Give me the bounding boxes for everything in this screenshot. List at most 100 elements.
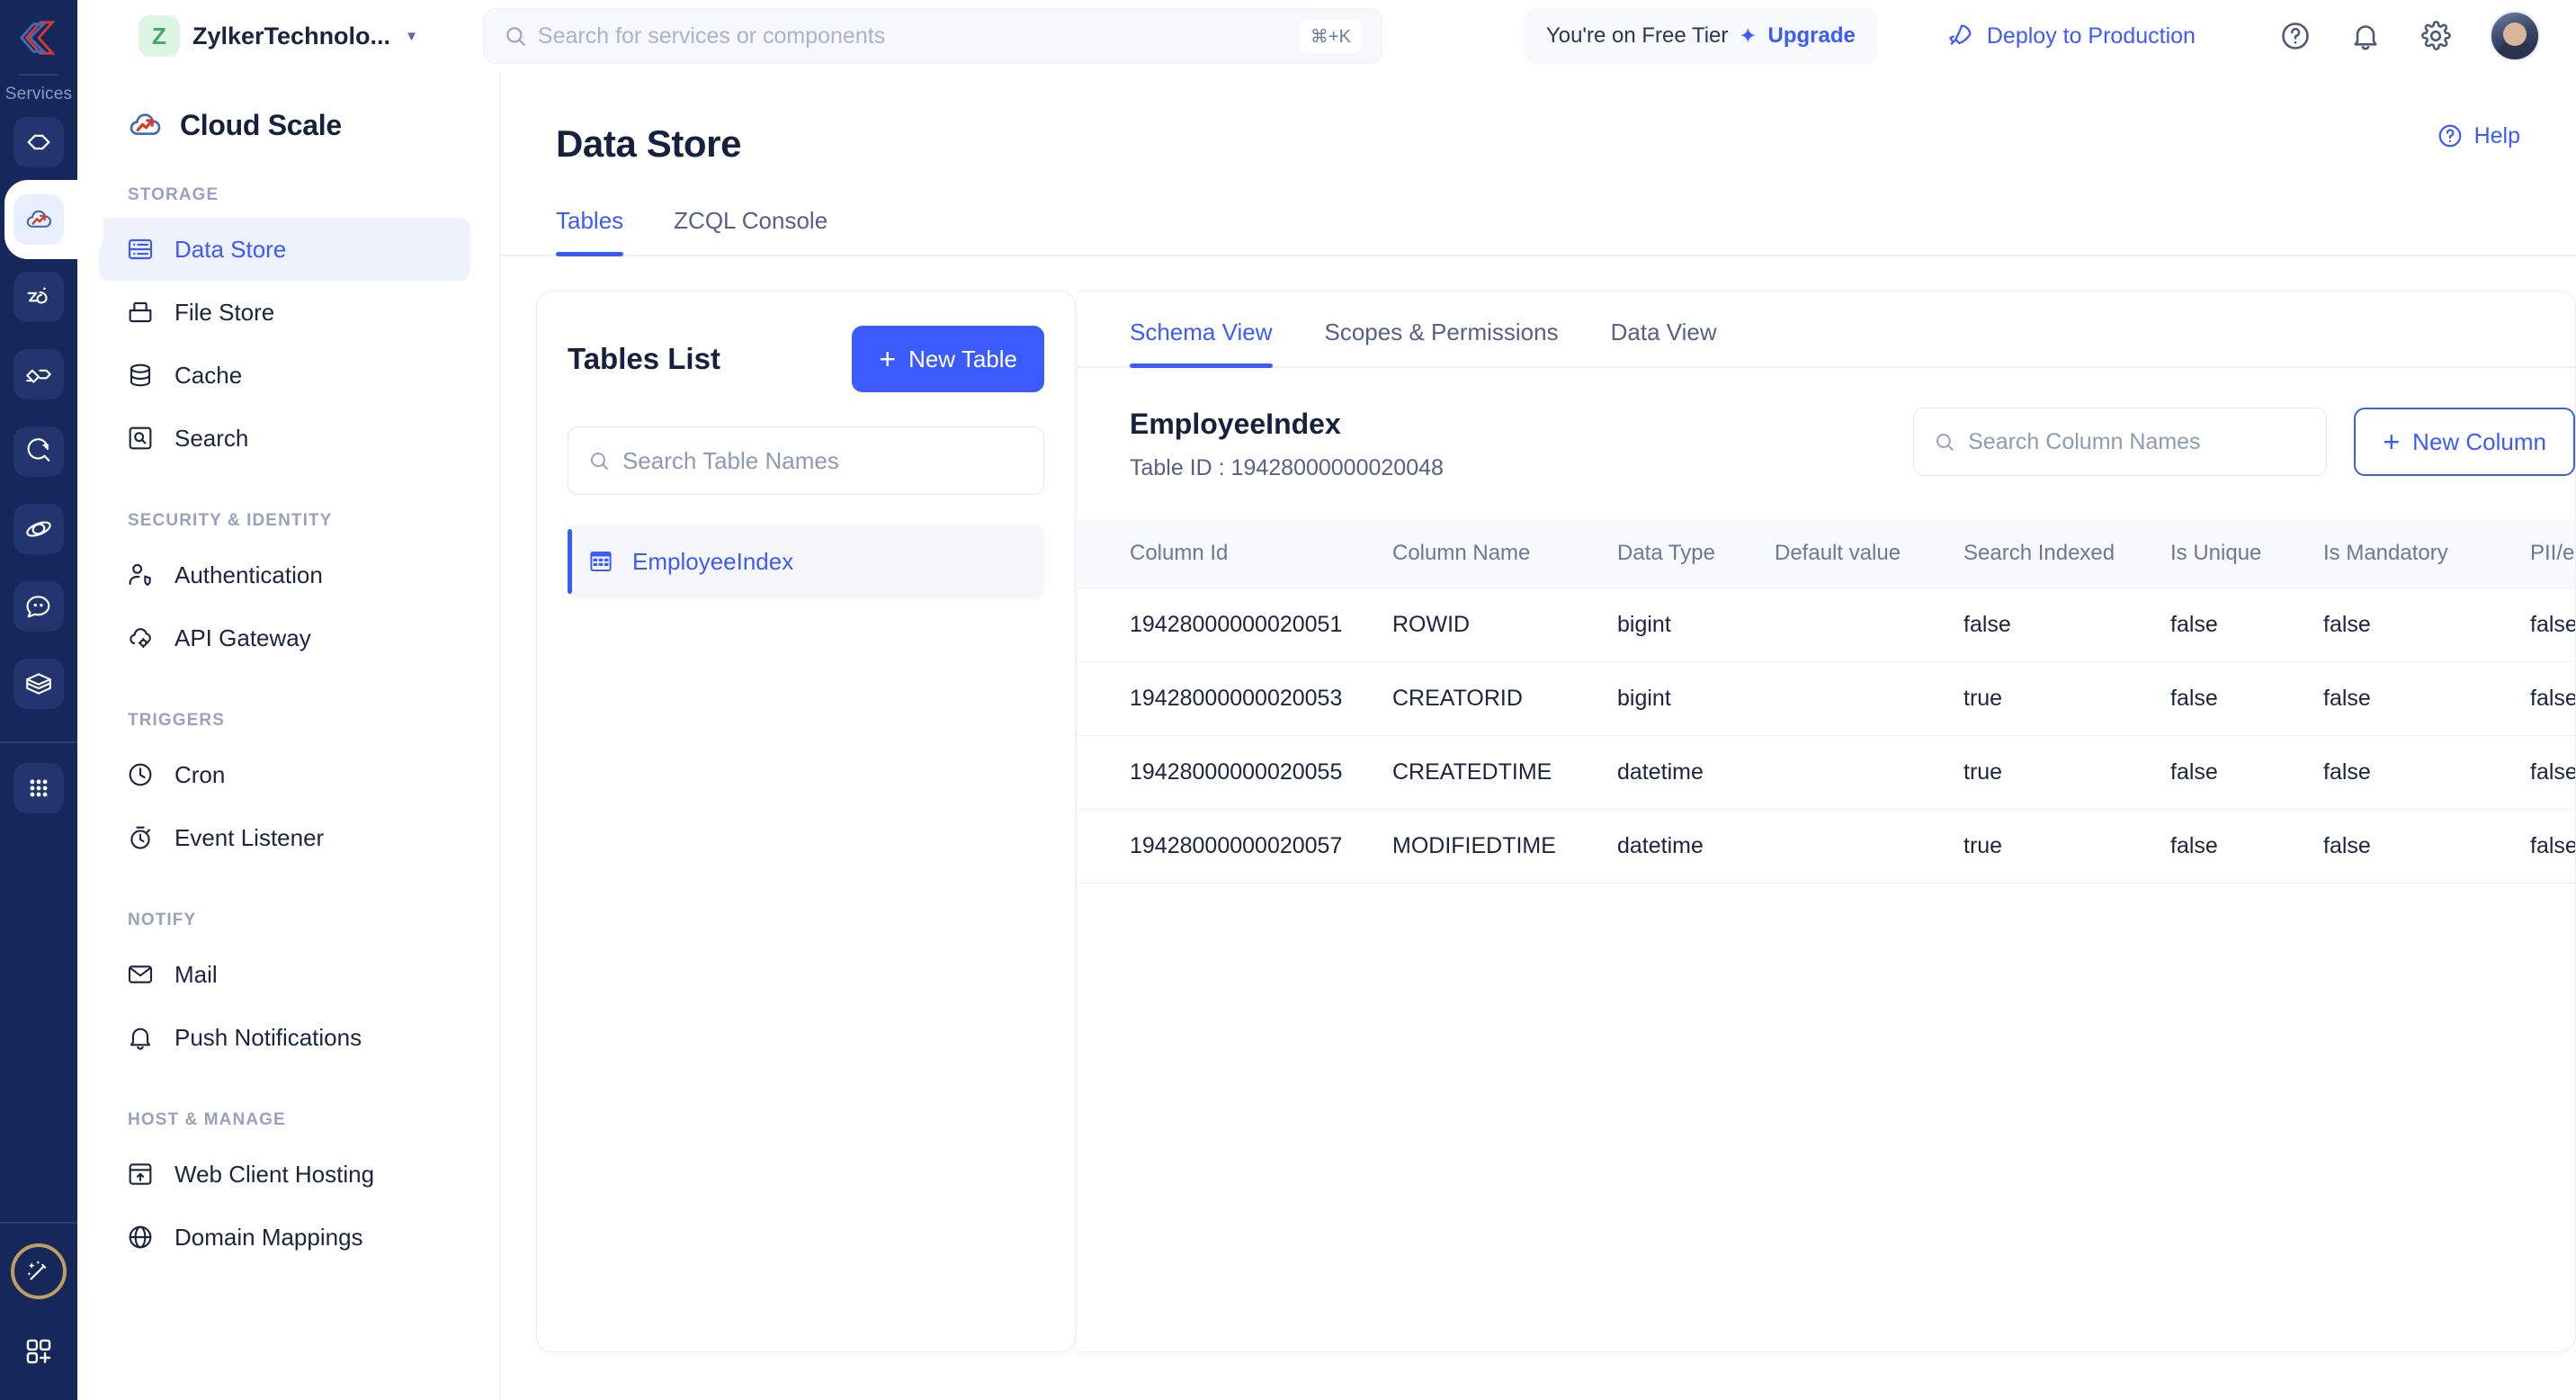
sidebar-item-web-client-hosting[interactable]: Web Client Hosting [99,1143,470,1206]
tab-scopes-permissions[interactable]: Scopes & Permissions [1325,319,1559,366]
rail-item-add-app[interactable] [13,1326,64,1377]
sidebar-item-event-listener[interactable]: Event Listener [99,806,470,869]
cell-column-id: 19428000000020053 [1078,661,1392,736]
column-search[interactable] [1913,408,2328,476]
table-row[interactable]: 19428000000020057 MODIFIEDTIME datetime … [1078,809,2575,884]
tab-data-view[interactable]: Data View [1611,319,1717,366]
cell-data-type: bigint [1617,587,1775,662]
sidebar-item-cache[interactable]: Cache [99,344,470,407]
tab-tables[interactable]: Tables [556,207,624,256]
sidebar-item-cron[interactable]: Cron [99,743,470,806]
column-search-input[interactable] [1968,428,2307,455]
zia-icon [27,287,48,304]
column-header[interactable]: Column Name [1392,519,1617,588]
rail-item-all-apps[interactable] [13,763,64,813]
global-search-input[interactable] [537,22,1300,49]
help-circle-icon[interactable] [2279,20,2312,52]
tab-zcql-console[interactable]: ZCQL Console [674,207,827,255]
cell-column-name: MODIFIEDTIME [1392,809,1617,884]
org-switcher[interactable]: Z ZylkerTechnolo... ▼ [139,15,418,57]
deploy-to-production-button[interactable]: Deploy to Production [1945,22,2196,50]
table-list-item-employeeindex[interactable]: EmployeeIndex [568,524,1044,599]
sidebar-item-label: Web Client Hosting [174,1160,375,1188]
cloud-scale-icon [26,210,51,228]
org-avatar: Z [139,15,180,57]
cell-search-indexed: true [1963,661,2170,736]
column-header[interactable]: Is Unique [2170,519,2323,588]
nav-group-host-label: HOST & MANAGE [128,1110,286,1129]
rail-item-orbit[interactable] [13,504,64,554]
search-box-icon [129,426,152,450]
cell-column-id: 19428000000020051 [1078,587,1392,662]
tier-text: You're on Free Tier [1545,23,1729,48]
sidebar-item-data-store[interactable]: Data Store [99,218,470,281]
tables-list-title: Tables List [568,342,720,375]
schema-table-id: Table ID : 19428000000020048 [1130,455,1444,480]
column-header[interactable]: PII/ePHI [2530,519,2575,588]
table-search[interactable] [568,426,1044,495]
tab-schema-view[interactable]: Schema View [1130,319,1273,368]
sidebar-item-search[interactable]: Search [99,407,470,470]
help-button[interactable]: Help [2437,122,2520,149]
bell-icon[interactable] [2349,20,2382,52]
window-upload-icon [129,1163,152,1185]
free-tier-badge[interactable]: You're on Free Tier ✦ Upgrade [1524,7,1877,65]
schema-grid-wrapper[interactable]: Column Id Column Name Data Type Default … [1078,519,2575,1351]
page-tabs: Tables ZCQL Console [500,207,2576,256]
cell-is-unique: false [2170,809,2323,884]
database-icon [130,363,151,387]
rail-item-cloud-scale[interactable] [4,180,103,259]
catalyst-logo-icon[interactable] [13,13,64,63]
column-header[interactable]: Column Id [1078,519,1392,588]
rail-divider-3 [0,1222,77,1224]
data-store-icon [128,238,153,260]
plus-icon: + [2383,426,2401,458]
table-row[interactable]: 19428000000020053 CREATORID bigint true … [1078,661,2575,736]
user-avatar[interactable] [2490,11,2540,61]
column-header[interactable]: Default value [1775,519,1963,588]
column-header[interactable]: Data Type [1617,519,1775,588]
new-table-button[interactable]: + New Table [852,326,1044,392]
sparkle-icon: ✦ [1739,23,1758,49]
sidebar-item-file-store[interactable]: File Store [99,281,470,344]
sidebar-item-mail[interactable]: Mail [99,943,470,1006]
sidebar-item-domain-mappings[interactable]: Domain Mappings [99,1206,470,1269]
cell-search-indexed: true [1963,735,2170,810]
sidebar-item-api-gateway[interactable]: API Gateway [99,606,470,669]
sidebar-item-label: Push Notifications [174,1023,362,1051]
new-column-button[interactable]: + New Column [2354,408,2575,476]
rail-item-zia[interactable] [13,272,64,322]
new-column-label: New Column [2412,427,2546,455]
product-title: Cloud Scale [180,108,342,141]
cell-default-value [1775,661,1963,736]
rail-item-devops[interactable] [13,349,64,399]
rail-item-packages[interactable] [13,659,64,709]
schema-header: EmployeeIndex Table ID : 194280000000200… [1078,368,2575,481]
sidebar-item-authentication[interactable]: Authentication [99,543,470,606]
product-header: Cloud Scale [77,72,499,144]
table-row[interactable]: 19428000000020055 CREATEDTIME datetime t… [1078,735,2575,810]
quickml-icon [27,438,50,462]
chat-bot-icon [26,596,50,618]
table-search-input[interactable] [622,446,1024,475]
file-store-icon [129,301,152,323]
rail-item-magic-wand[interactable] [11,1243,67,1299]
column-header[interactable]: Search Indexed [1963,519,2170,588]
rail-item-quickml[interactable] [13,426,64,477]
upgrade-link[interactable]: Upgrade [1768,23,1856,49]
table-row[interactable]: 19428000000020051 ROWID bigint false fal… [1078,587,2575,662]
search-shortcut-badge: ⌘+K [1299,19,1362,53]
rocket-icon [1949,24,1972,45]
schema-grid: Column Id Column Name Data Type Default … [1078,519,2575,884]
schema-actions: + New Column [1913,408,2575,476]
content-area: Tables List + New Table Em [500,256,2576,1376]
global-search[interactable]: ⌘+K [482,8,1382,64]
rail-item-serverless[interactable] [13,117,64,167]
column-header[interactable]: Is Mandatory [2323,519,2530,588]
cell-column-id: 19428000000020055 [1078,735,1392,810]
cell-is-mandatory: false [2323,809,2530,884]
rail-item-chat-bot[interactable] [13,581,64,632]
table-list-item-label: EmployeeIndex [632,547,794,575]
gear-icon[interactable] [2419,20,2452,52]
sidebar-item-push-notifications[interactable]: Push Notifications [99,1006,470,1069]
